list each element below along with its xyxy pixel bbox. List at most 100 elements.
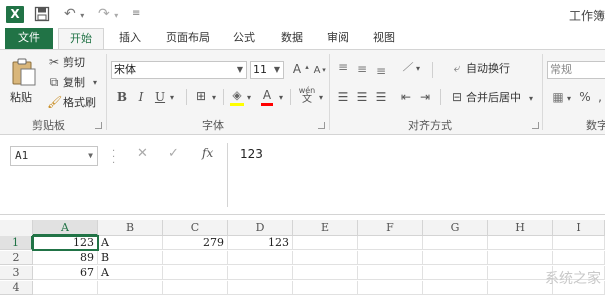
cell-e3[interactable] [293, 266, 358, 280]
cell-b4[interactable] [98, 281, 163, 295]
redo-icon[interactable]: ↷ ▾ [98, 6, 126, 22]
row-header-4[interactable]: 4 [0, 281, 33, 295]
tab-file[interactable]: 文件 [5, 28, 53, 49]
cut-button[interactable]: 剪切 [63, 56, 85, 70]
cell-a2[interactable]: 89 [33, 251, 98, 265]
underline-dropdown-icon[interactable]: ▾ [168, 91, 176, 105]
italic-button[interactable]: I [135, 90, 147, 104]
increase-indent-icon[interactable]: ⇥ [418, 90, 432, 104]
merge-center-icon[interactable]: ⊟ [450, 90, 464, 104]
cell-h1[interactable] [488, 236, 553, 250]
cell-g1[interactable] [423, 236, 488, 250]
cell-d4[interactable] [228, 281, 293, 295]
bold-button[interactable]: B [116, 90, 128, 104]
undo-icon[interactable]: ↶ ▾ [64, 6, 92, 22]
tab-home[interactable]: 开始 [58, 28, 104, 50]
insert-function-button[interactable]: fx [202, 146, 213, 160]
save-icon[interactable] [34, 6, 50, 22]
underline-button[interactable]: U [154, 90, 166, 104]
phonetic-dropdown-icon[interactable]: ▾ [317, 91, 325, 105]
font-name-select[interactable]: 宋体 ▼ [111, 61, 247, 79]
cell-e2[interactable] [293, 251, 358, 265]
clipboard-launcher-icon[interactable] [95, 122, 102, 129]
tab-insert[interactable]: 插入 [112, 28, 148, 49]
orientation-icon[interactable]: ⟋ [400, 60, 414, 74]
cell-c4[interactable] [163, 281, 228, 295]
borders-icon[interactable]: ⊞ [193, 89, 209, 103]
tab-view[interactable]: 视图 [366, 28, 402, 49]
cell-e1[interactable] [293, 236, 358, 250]
align-bottom-icon[interactable]: ≡ [374, 64, 388, 78]
cut-icon[interactable]: ✂ [47, 55, 61, 69]
copy-button[interactable]: 复制 [63, 76, 85, 90]
font-launcher-icon[interactable] [318, 122, 325, 129]
percent-button[interactable]: % [578, 90, 592, 104]
fill-color-dropdown-icon[interactable]: ▾ [245, 91, 253, 105]
paste-button[interactable]: 粘贴 [8, 55, 40, 107]
row-header-1[interactable]: 1 [0, 236, 33, 250]
cell-f1[interactable] [358, 236, 423, 250]
cell-b1[interactable]: A [98, 236, 163, 250]
cell-f4[interactable] [358, 281, 423, 295]
phonetic-guide-icon[interactable]: wén 文 [297, 86, 317, 105]
cancel-entry-icon[interactable]: ✕ [137, 146, 148, 161]
cell-g4[interactable] [423, 281, 488, 295]
accounting-dropdown-icon[interactable]: ▾ [565, 92, 573, 106]
column-header-g[interactable]: G [423, 220, 488, 236]
cell-b3[interactable]: A [98, 266, 163, 280]
grow-font-icon[interactable]: A [291, 62, 303, 76]
cell-d1[interactable]: 123 [228, 236, 293, 250]
wrap-text-button[interactable]: 自动换行 [466, 62, 510, 76]
cell-a1[interactable]: 123 [32, 235, 99, 251]
cell-g3[interactable] [423, 266, 488, 280]
customize-toolbar-icon[interactable]: ≡ [132, 6, 142, 22]
formula-bar-grip-icon[interactable]: · · · [112, 147, 115, 169]
column-header-a[interactable]: A [33, 220, 98, 236]
cell-d2[interactable] [228, 251, 293, 265]
borders-dropdown-icon[interactable]: ▾ [210, 91, 218, 105]
align-left-icon[interactable]: ☰ [336, 90, 350, 104]
cell-d3[interactable] [228, 266, 293, 280]
column-header-c[interactable]: C [163, 220, 228, 236]
row-header-3[interactable]: 3 [0, 266, 33, 280]
confirm-entry-icon[interactable]: ✓ [168, 146, 179, 161]
cell-a3[interactable]: 67 [33, 266, 98, 280]
cell-g2[interactable] [423, 251, 488, 265]
tab-formulas[interactable]: 公式 [226, 28, 262, 49]
copy-icon[interactable]: ⧉ [47, 75, 61, 89]
align-right-icon[interactable]: ☰ [374, 90, 388, 104]
wrap-text-icon[interactable]: ⤶ [450, 61, 464, 75]
column-header-i[interactable]: I [553, 220, 605, 236]
tab-data[interactable]: 数据 [274, 28, 310, 49]
format-painter-button[interactable]: 格式刷 [63, 96, 96, 110]
format-painter-icon[interactable]: 🖌 [47, 95, 62, 109]
merge-center-button[interactable]: 合并后居中 [466, 91, 521, 105]
cell-i1[interactable] [553, 236, 605, 250]
cell-c2[interactable] [163, 251, 228, 265]
cell-f2[interactable] [358, 251, 423, 265]
row-header-2[interactable]: 2 [0, 251, 33, 265]
worksheet-grid[interactable]: A B C D E F G H I 1 123 A 279 123 2 89 B… [0, 220, 605, 295]
cell-c3[interactable] [163, 266, 228, 280]
cell-f3[interactable] [358, 266, 423, 280]
align-top-icon[interactable]: ≡ [336, 60, 350, 74]
cell-b2[interactable]: B [98, 251, 163, 265]
accounting-format-icon[interactable]: ▦ [551, 90, 565, 104]
column-header-f[interactable]: F [358, 220, 423, 236]
select-all-corner[interactable] [0, 220, 33, 236]
cell-a4[interactable] [33, 281, 98, 295]
comma-style-icon[interactable]: , [594, 90, 605, 104]
column-header-b[interactable]: B [98, 220, 163, 236]
cell-i2[interactable] [553, 251, 605, 265]
align-middle-icon[interactable]: ≡ [355, 62, 369, 76]
font-color-dropdown-icon[interactable]: ▾ [277, 91, 285, 105]
cell-e4[interactable] [293, 281, 358, 295]
font-size-select[interactable]: 11 ▼ [250, 61, 284, 79]
alignment-launcher-icon[interactable] [532, 122, 539, 129]
tab-review[interactable]: 审阅 [320, 28, 356, 49]
align-center-icon[interactable]: ☰ [355, 90, 369, 104]
orientation-dropdown-icon[interactable]: ▾ [414, 62, 422, 76]
column-header-e[interactable]: E [293, 220, 358, 236]
tab-page-layout[interactable]: 页面布局 [160, 28, 216, 49]
copy-dropdown-icon[interactable]: ▾ [90, 76, 100, 90]
